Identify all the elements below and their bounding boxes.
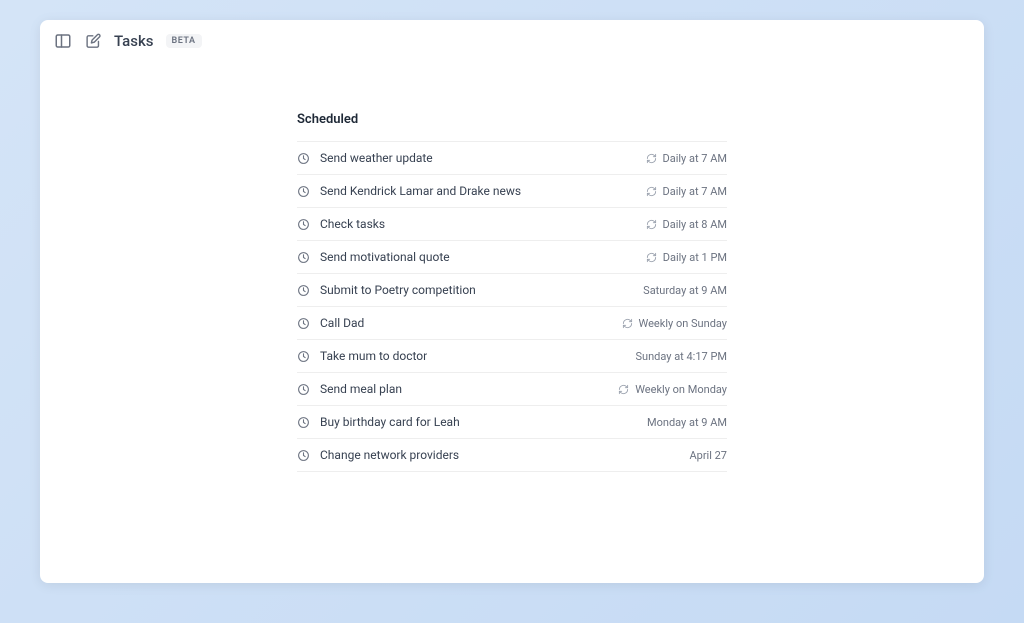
task-schedule: Daily at 8 AM: [646, 218, 728, 231]
task-title: Call Dad: [320, 316, 364, 330]
task-schedule: Sunday at 4:17 PM: [635, 350, 727, 363]
task-schedule: April 27: [689, 449, 727, 462]
schedule-text: Weekly on Sunday: [639, 317, 728, 330]
repeat-icon: [646, 252, 657, 263]
repeat-icon: [646, 153, 657, 164]
schedule-text: Sunday at 4:17 PM: [635, 350, 727, 363]
clock-icon: [297, 218, 310, 231]
page-title: Tasks: [114, 32, 154, 50]
repeat-icon: [622, 318, 633, 329]
task-title: Submit to Poetry competition: [320, 283, 476, 297]
task-schedule: Daily at 1 PM: [646, 251, 727, 264]
content-area: Scheduled Send weather update Daily at 7 …: [40, 62, 984, 583]
schedule-text: Daily at 7 AM: [663, 152, 728, 165]
task-title: Send meal plan: [320, 382, 402, 396]
task-schedule: Weekly on Monday: [618, 383, 727, 396]
header: Tasks BETA: [40, 20, 984, 62]
task-left: Send meal plan: [297, 382, 618, 396]
task-left: Change network providers: [297, 448, 689, 462]
schedule-text: Daily at 8 AM: [663, 218, 728, 231]
clock-icon: [297, 317, 310, 330]
clock-icon: [297, 185, 310, 198]
schedule-text: Weekly on Monday: [635, 383, 727, 396]
task-schedule: Daily at 7 AM: [646, 185, 728, 198]
repeat-icon: [646, 186, 657, 197]
task-left: Check tasks: [297, 217, 646, 231]
task-left: Send motivational quote: [297, 250, 646, 264]
task-left: Call Dad: [297, 316, 622, 330]
task-title: Buy birthday card for Leah: [320, 415, 460, 429]
task-left: Send weather update: [297, 151, 646, 165]
task-row[interactable]: Change network providers April 27: [297, 439, 727, 472]
task-row[interactable]: Call Dad Weekly on Sunday: [297, 307, 727, 340]
task-left: Buy birthday card for Leah: [297, 415, 647, 429]
task-row[interactable]: Submit to Poetry competition Saturday at …: [297, 274, 727, 307]
task-panel: Scheduled Send weather update Daily at 7 …: [297, 112, 727, 583]
task-title: Send Kendrick Lamar and Drake news: [320, 184, 521, 198]
section-title: Scheduled: [297, 112, 727, 127]
task-row[interactable]: Buy birthday card for Leah Monday at 9 AM: [297, 406, 727, 439]
schedule-text: Daily at 1 PM: [663, 251, 727, 264]
task-row[interactable]: Send Kendrick Lamar and Drake news Daily …: [297, 175, 727, 208]
task-left: Take mum to doctor: [297, 349, 635, 363]
repeat-icon: [646, 219, 657, 230]
sidebar-toggle-icon[interactable]: [54, 32, 72, 50]
clock-icon: [297, 350, 310, 363]
schedule-text: Monday at 9 AM: [647, 416, 727, 429]
task-title: Send motivational quote: [320, 250, 450, 264]
beta-badge: BETA: [166, 34, 202, 48]
task-title: Send weather update: [320, 151, 433, 165]
task-row[interactable]: Send motivational quote Daily at 1 PM: [297, 241, 727, 274]
task-list: Send weather updateDaily at 7 AMSend Ken…: [297, 141, 727, 472]
task-title: Check tasks: [320, 217, 385, 231]
clock-icon: [297, 251, 310, 264]
task-row[interactable]: Send meal plan Weekly on Monday: [297, 373, 727, 406]
clock-icon: [297, 284, 310, 297]
schedule-text: Saturday at 9 AM: [643, 284, 727, 297]
clock-icon: [297, 383, 310, 396]
task-row[interactable]: Take mum to doctor Sunday at 4:17 PM: [297, 340, 727, 373]
task-row[interactable]: Check tasks Daily at 8 AM: [297, 208, 727, 241]
task-schedule: Weekly on Sunday: [622, 317, 728, 330]
app-window: Tasks BETA Scheduled Send weather update…: [40, 20, 984, 583]
clock-icon: [297, 416, 310, 429]
task-left: Submit to Poetry competition: [297, 283, 643, 297]
task-left: Send Kendrick Lamar and Drake news: [297, 184, 646, 198]
clock-icon: [297, 152, 310, 165]
task-title: Change network providers: [320, 448, 459, 462]
clock-icon: [297, 449, 310, 462]
task-schedule: Daily at 7 AM: [646, 152, 728, 165]
task-title: Take mum to doctor: [320, 349, 427, 363]
compose-icon[interactable]: [84, 32, 102, 50]
task-schedule: Saturday at 9 AM: [643, 284, 727, 297]
repeat-icon: [618, 384, 629, 395]
schedule-text: Daily at 7 AM: [663, 185, 728, 198]
schedule-text: April 27: [689, 449, 727, 462]
task-schedule: Monday at 9 AM: [647, 416, 727, 429]
task-row[interactable]: Send weather update Daily at 7 AM: [297, 141, 727, 175]
